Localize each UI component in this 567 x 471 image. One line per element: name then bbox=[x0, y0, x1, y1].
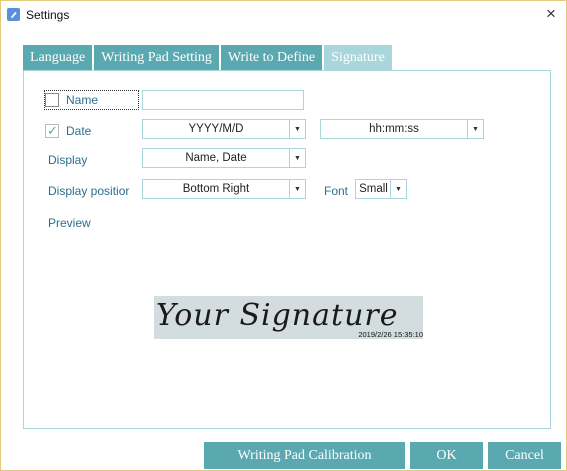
checkmark-icon: ✓ bbox=[47, 123, 58, 138]
chevron-down-icon: ▼ bbox=[289, 180, 305, 198]
ok-button[interactable]: OK bbox=[410, 442, 483, 469]
date-format-value: YYYY/M/D bbox=[188, 123, 244, 135]
display-select[interactable]: Name, Date ▼ bbox=[142, 148, 306, 168]
date-format-select[interactable]: YYYY/M/D ▼ bbox=[142, 119, 306, 139]
tab-language[interactable]: Language bbox=[23, 45, 93, 70]
font-size-value: Small bbox=[359, 183, 388, 195]
signature-panel: Name ✓ Date YYYY/M/D ▼ hh:mm:ss ▼ Displa… bbox=[23, 70, 551, 429]
window-title: Settings bbox=[26, 8, 70, 22]
chevron-down-icon: ▼ bbox=[289, 149, 305, 167]
display-position-value: Bottom Right bbox=[182, 183, 250, 195]
tab-writing-pad-setting[interactable]: Writing Pad Setting bbox=[94, 45, 219, 70]
name-input[interactable] bbox=[142, 90, 304, 110]
preview-label: Preview bbox=[48, 216, 91, 230]
display-label: Display bbox=[48, 153, 88, 167]
name-label: Name bbox=[66, 93, 99, 107]
time-format-value: hh:mm:ss bbox=[369, 123, 419, 135]
writing-pad-calibration-button[interactable]: Writing Pad Calibration bbox=[204, 442, 405, 469]
signature-preview: Your Signature 2019/2/26 15:35:10 bbox=[154, 296, 423, 339]
app-pen-icon bbox=[7, 8, 20, 21]
font-size-select[interactable]: Small ▼ bbox=[355, 179, 407, 199]
chevron-down-icon: ▼ bbox=[289, 120, 305, 138]
display-value: Name, Date bbox=[185, 152, 247, 164]
tab-bar: Language Writing Pad Setting Write to De… bbox=[23, 45, 392, 70]
title-bar: Settings × bbox=[1, 1, 566, 29]
display-position-label: Display positior bbox=[48, 184, 130, 198]
chevron-down-icon: ▼ bbox=[390, 180, 406, 198]
chevron-down-icon: ▼ bbox=[467, 120, 483, 138]
font-label: Font bbox=[324, 184, 349, 198]
date-label: Date bbox=[66, 124, 92, 138]
date-checkbox[interactable]: ✓ bbox=[45, 123, 59, 138]
tab-write-to-define[interactable]: Write to Define bbox=[220, 45, 323, 70]
settings-window: Settings × Language Writing Pad Setting … bbox=[0, 0, 567, 471]
name-checkbox[interactable] bbox=[45, 93, 59, 107]
display-position-select[interactable]: Bottom Right ▼ bbox=[142, 179, 306, 199]
signature-preview-timestamp: 2019/2/26 15:35:10 bbox=[358, 330, 423, 339]
time-format-select[interactable]: hh:mm:ss ▼ bbox=[320, 119, 484, 139]
cancel-button[interactable]: Cancel bbox=[488, 442, 561, 469]
close-button[interactable]: × bbox=[540, 3, 562, 25]
tab-signature[interactable]: Signature bbox=[324, 45, 392, 70]
